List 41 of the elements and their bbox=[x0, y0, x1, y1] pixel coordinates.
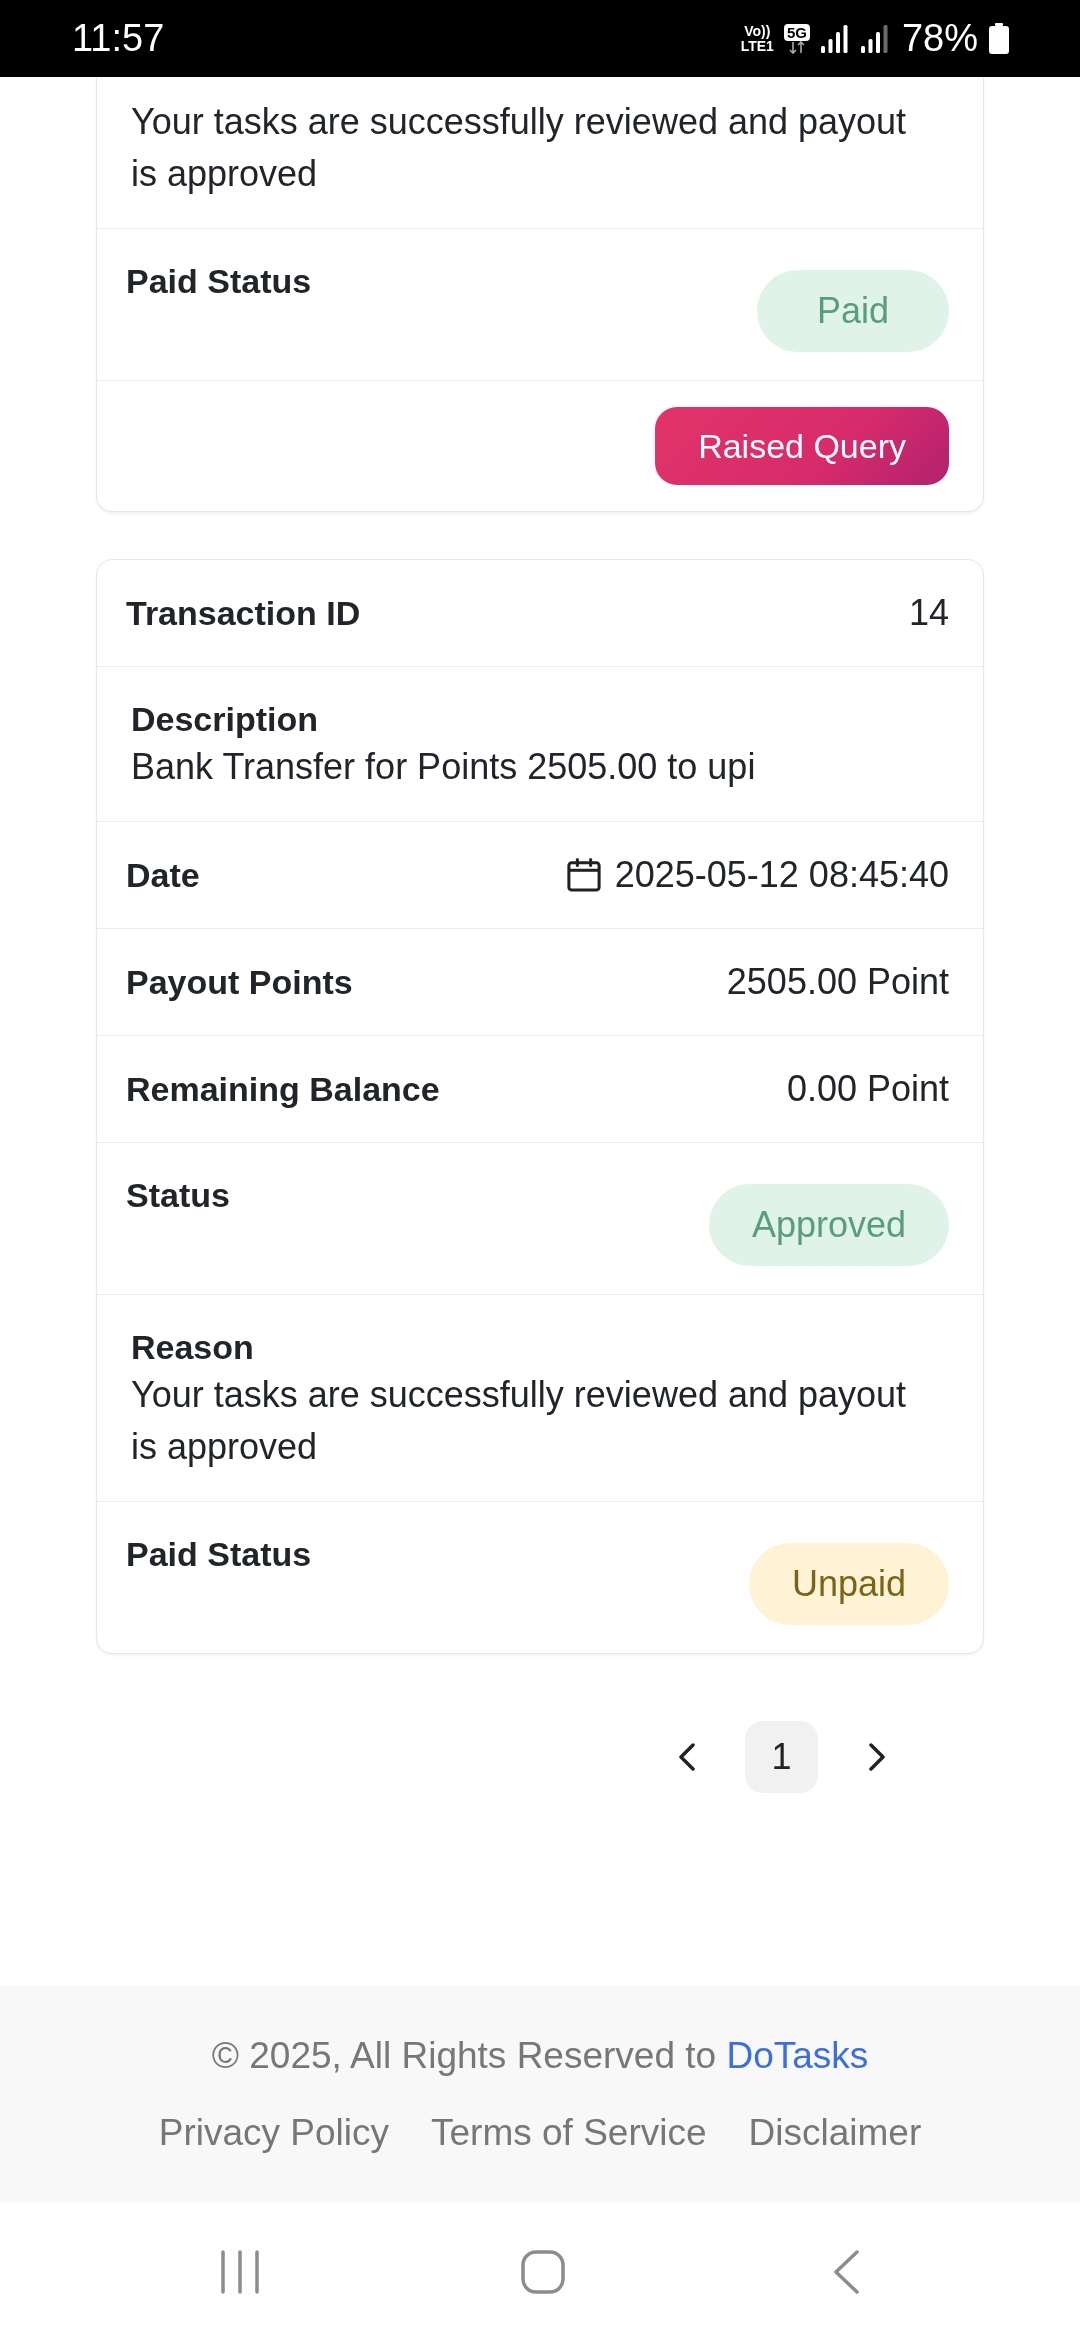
battery-percent: 78% bbox=[901, 17, 978, 60]
brand-link[interactable]: DoTasks bbox=[726, 2035, 869, 2076]
chevron-left-icon bbox=[833, 2249, 859, 2294]
field-label: Remaining Balance bbox=[126, 1069, 440, 1110]
network-type-label: 5G bbox=[783, 23, 810, 41]
data-arrows-icon bbox=[788, 40, 805, 54]
battery-icon bbox=[988, 23, 1010, 54]
field-label: Paid Status bbox=[126, 1534, 312, 1575]
status-badge: Paid bbox=[757, 270, 949, 352]
field-label: Status bbox=[126, 1175, 230, 1216]
field-text: Bank Transfer for Points 2505.00 to upi bbox=[131, 745, 756, 789]
field-text: Your tasks are successfully reviewed and payout is approved bbox=[131, 100, 908, 196]
field-label: Description bbox=[131, 699, 319, 740]
page-button[interactable]: 1 bbox=[745, 1721, 818, 1793]
footer-link[interactable]: Terms of Service bbox=[431, 2109, 707, 2157]
field-value: 2025-05-12 08:45:40 bbox=[614, 853, 949, 897]
field-text: Your tasks are successfully reviewed and payout is approved bbox=[131, 1373, 908, 1469]
footer-link[interactable]: Privacy Policy bbox=[158, 2109, 390, 2157]
chevron-right-icon bbox=[866, 1743, 887, 1771]
field-label: Paid Status bbox=[126, 261, 312, 302]
signal-icon bbox=[859, 24, 890, 53]
field-label: Transaction ID bbox=[126, 593, 361, 634]
field-value: 0.00 Point bbox=[786, 1067, 949, 1111]
field-label: Payout Points bbox=[126, 962, 353, 1003]
rounded-square-icon bbox=[521, 2249, 565, 2294]
chevron-left-icon bbox=[676, 1743, 697, 1771]
field-value: 2505.00 Point bbox=[726, 960, 949, 1004]
calendar-icon bbox=[566, 858, 601, 892]
field-value: 14 bbox=[908, 591, 949, 635]
three-bars-icon bbox=[220, 2249, 260, 2294]
volte-label: Vo)) bbox=[744, 23, 771, 39]
status-badge: Approved bbox=[708, 1184, 949, 1266]
footer-link[interactable]: Disclaimer bbox=[748, 2109, 922, 2157]
volte-label: LTE1 bbox=[740, 38, 774, 54]
clock-time: 11:57 bbox=[72, 17, 165, 60]
raised-query-button[interactable]: Raised Query bbox=[655, 407, 949, 485]
copyright-text: © 2025, All Rights Reserved to DoTasks bbox=[211, 2034, 869, 2078]
field-label: Reason bbox=[131, 1327, 254, 1368]
signal-icon bbox=[819, 24, 850, 53]
field-label: Date bbox=[126, 855, 200, 896]
status-badge: Unpaid bbox=[748, 1543, 949, 1625]
